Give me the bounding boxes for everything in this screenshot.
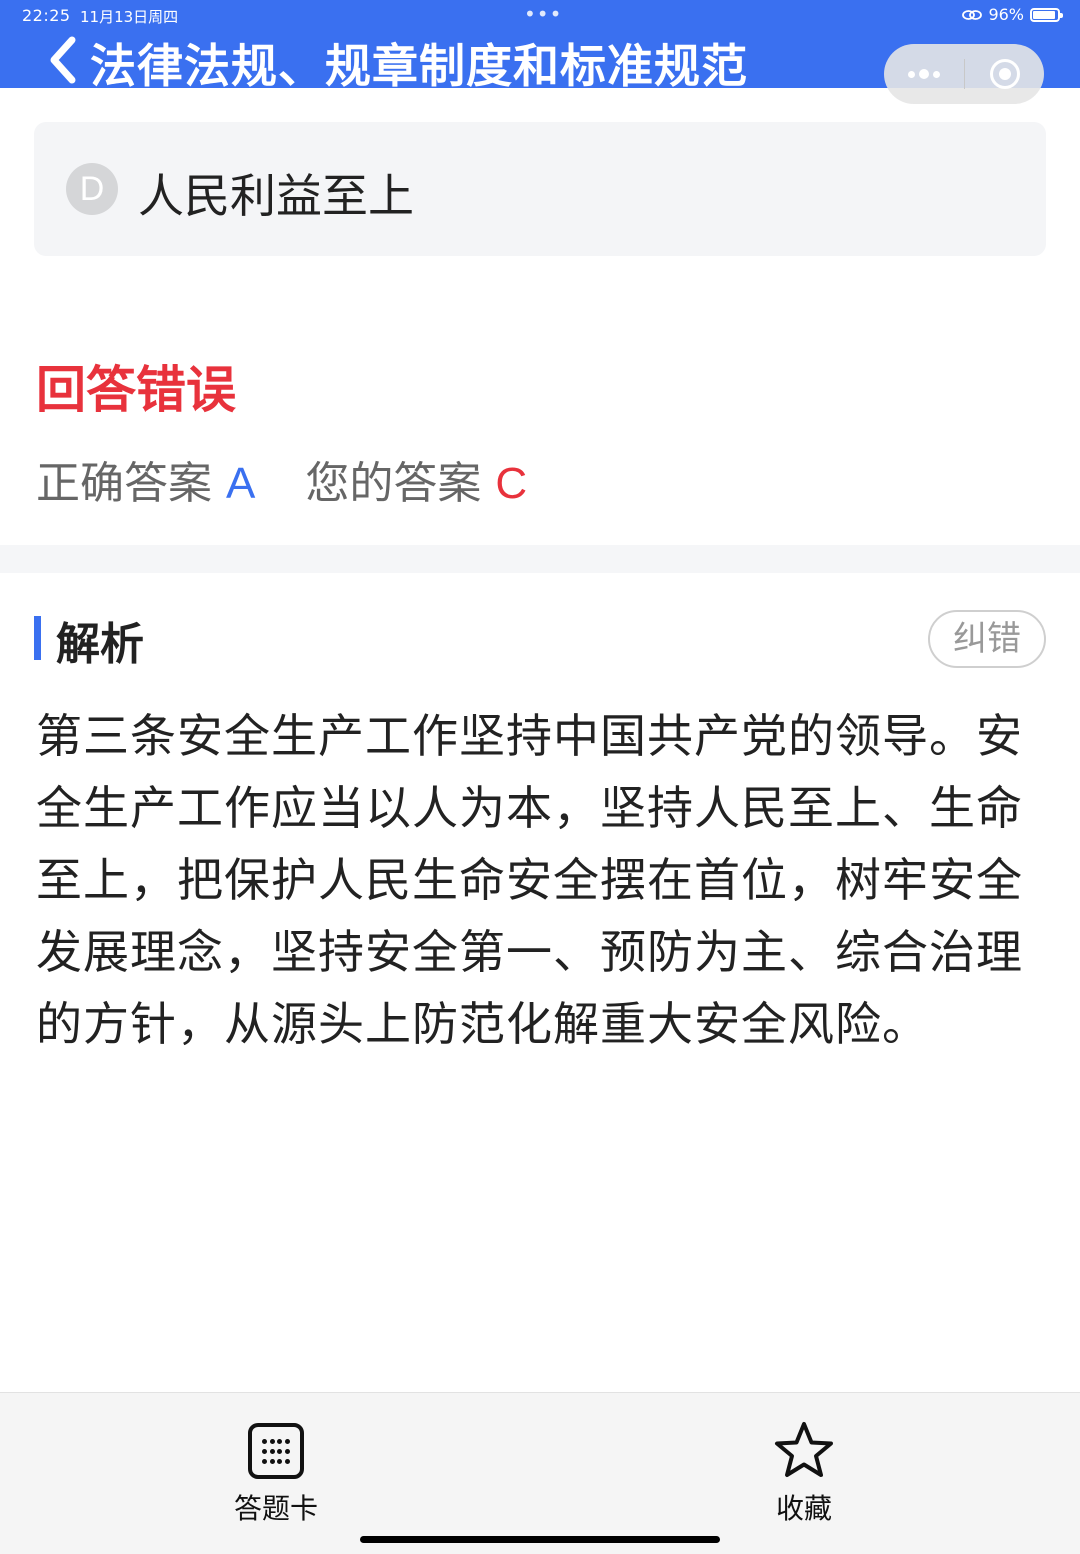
more-dots-icon [908,69,940,79]
star-icon [775,1422,833,1477]
chevron-left-icon[interactable] [46,36,90,84]
answer-card-label: 答题卡 [233,1492,318,1525]
correct-answer-value: A [226,459,256,508]
target-circle-icon [989,59,1020,89]
option-text: 人民利益至上 [138,169,414,223]
status-right: 96% [962,5,1063,24]
report-error-button[interactable]: 纠错 [928,610,1046,668]
option-letter-badge: D [66,163,118,215]
close-button[interactable] [965,44,1044,104]
correct-answer-label: 正确答案 [36,458,212,509]
grid-icon [248,1423,304,1479]
more-button[interactable] [884,44,964,104]
section-divider [0,545,1080,573]
bottom-bar: 答题卡 收藏 [0,1392,1080,1554]
analysis-text: 第三条安全生产工作坚持中国共产党的领导。安全生产工作应当以人为本，坚持人民至上、… [36,709,1023,1051]
result-title: 回答错误 [36,361,236,419]
link-icon [962,9,983,20]
favorite-label: 收藏 [775,1492,832,1525]
answer-card-tab[interactable]: 答题卡 [200,1419,352,1529]
favorite-tab[interactable]: 收藏 [728,1419,880,1529]
analysis-title: 解析 [56,619,144,670]
battery-percent: 96% [988,5,1024,24]
multitask-dots[interactable]: ••• [524,2,562,26]
status-time: 22:25 [22,6,71,25]
analysis-accent-bar [34,616,41,660]
battery-icon [1030,7,1063,22]
option-d[interactable]: D 人民利益至上 [34,122,1046,256]
mini-program-capsule [884,44,1044,104]
your-answer-value: C [495,459,528,508]
status-date: 11月13日周四 [80,8,179,26]
your-answer-label: 您的答案 [305,458,482,509]
home-indicator[interactable] [360,1536,720,1543]
answer-line: 正确答案 A 您的答案 C [36,447,527,511]
page-title: 法律法规、规章制度和标准规范 [90,39,748,93]
